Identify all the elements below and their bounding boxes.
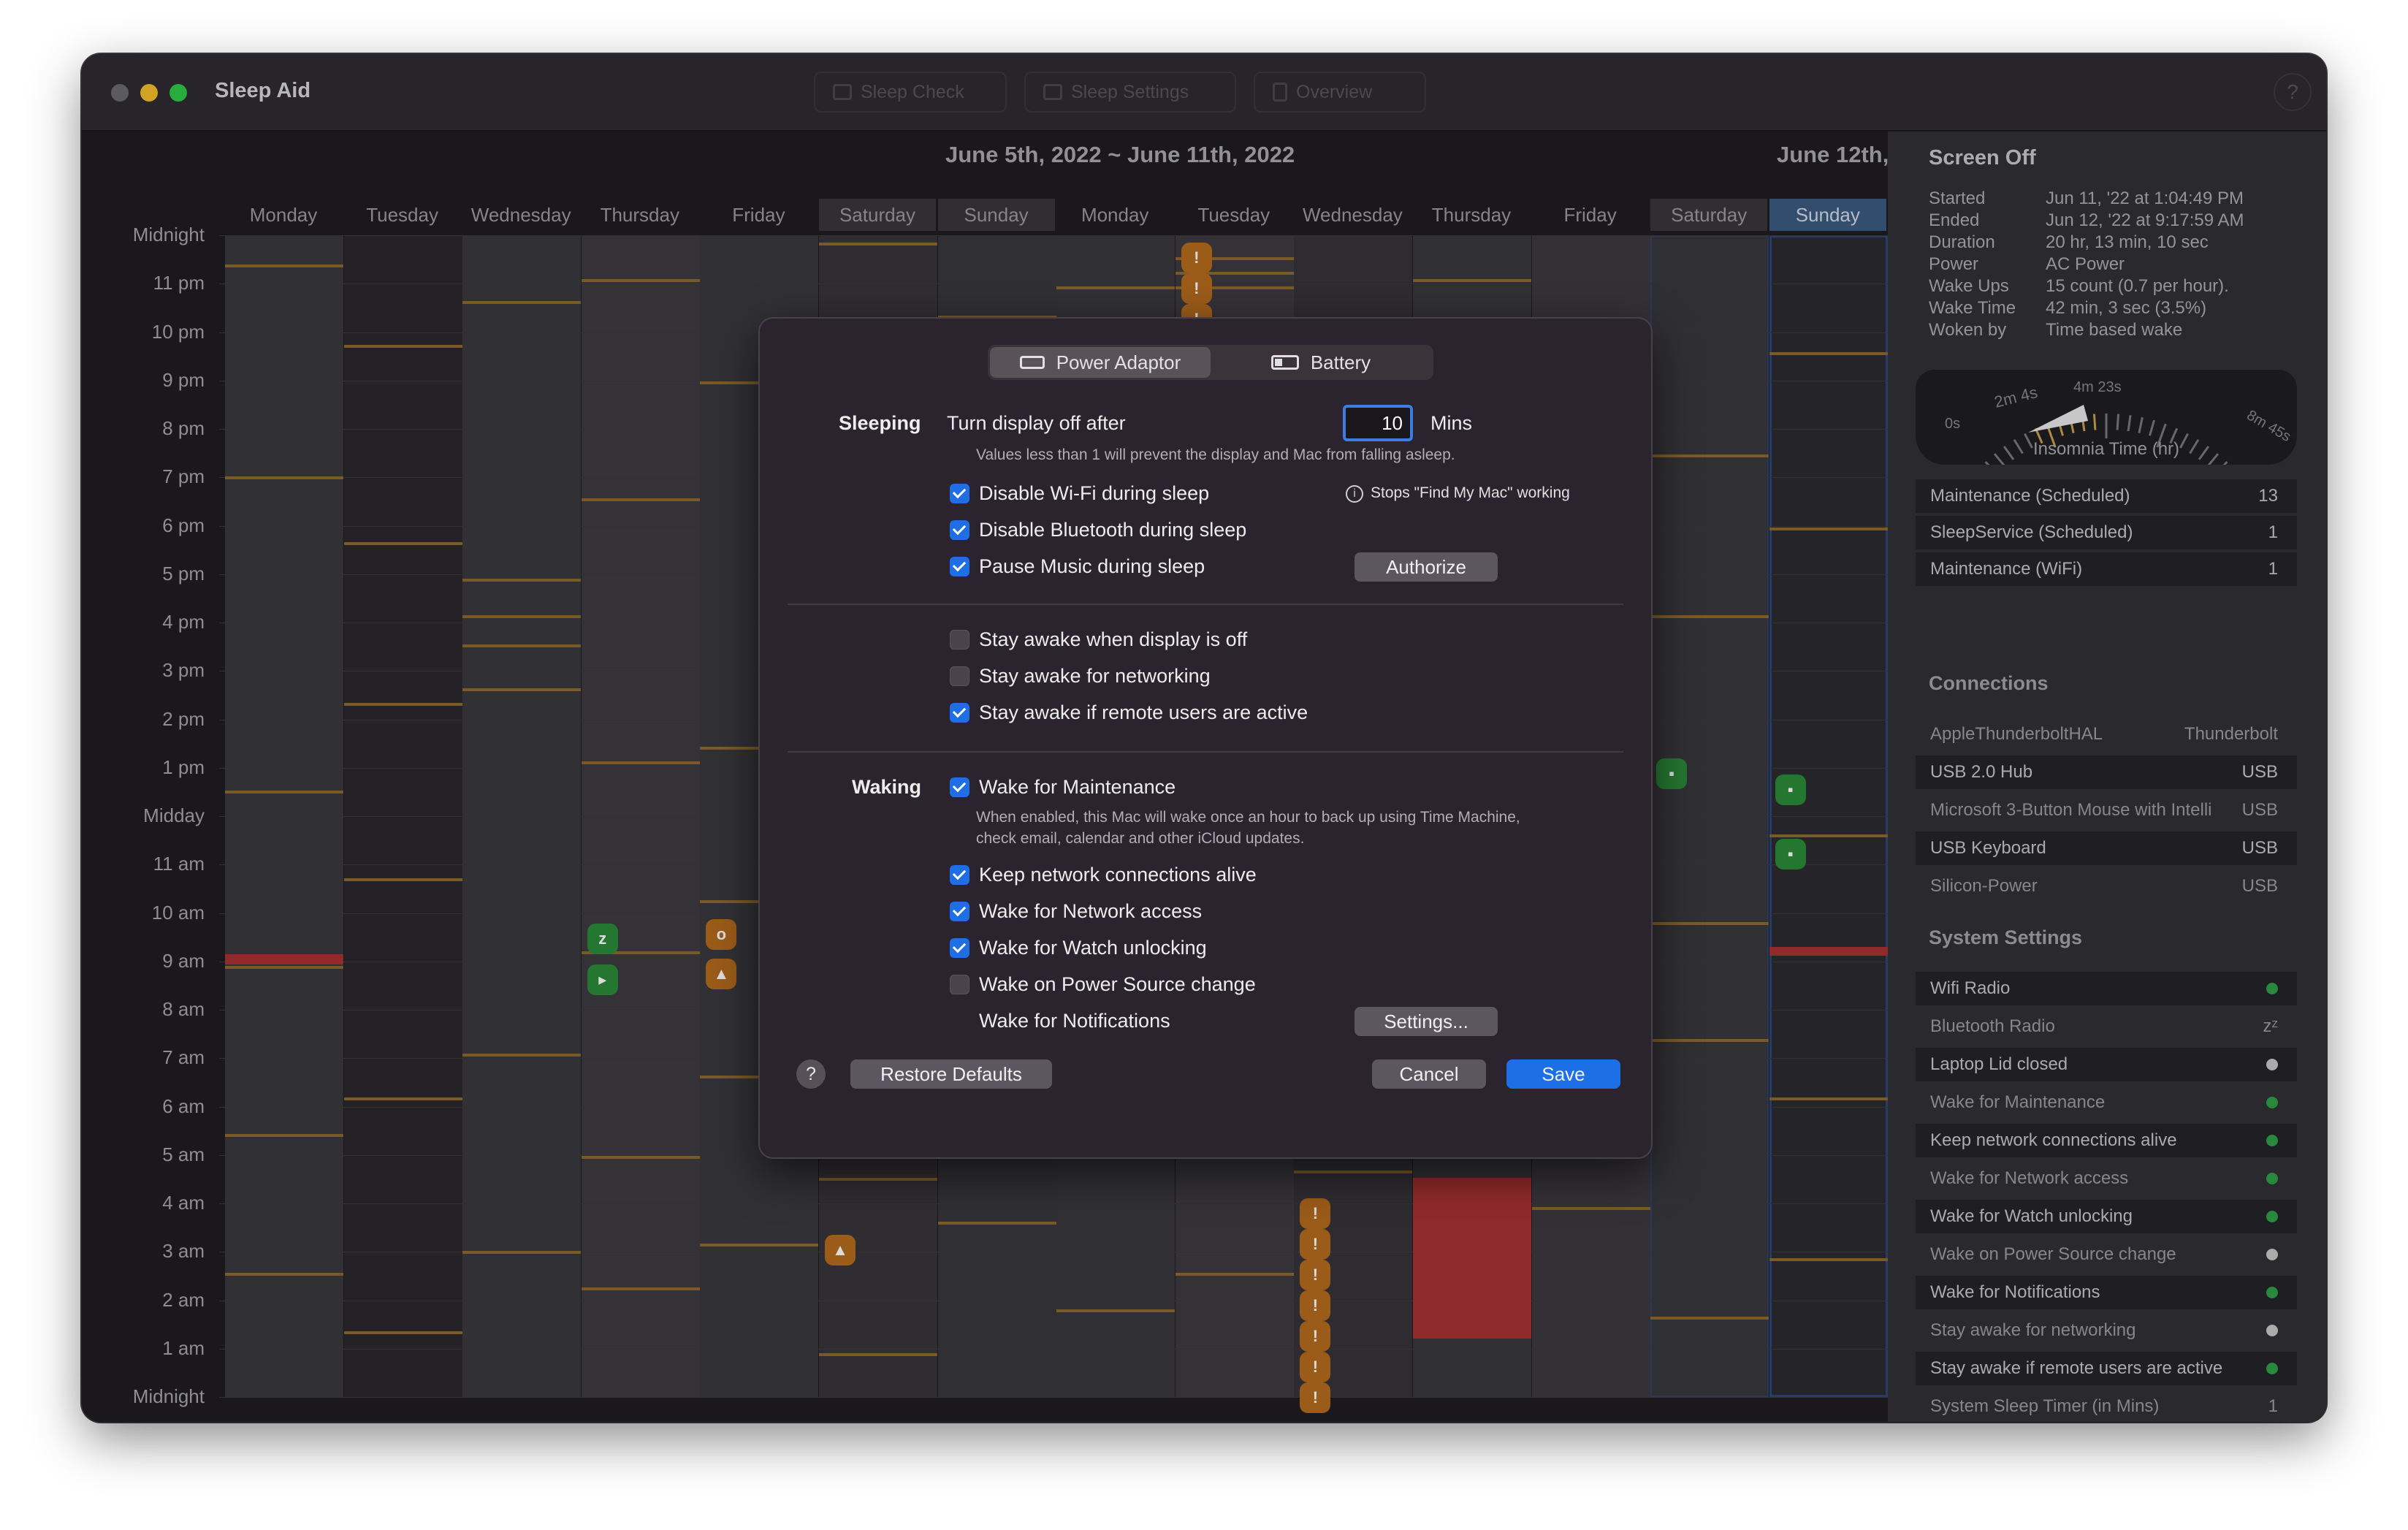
display-off-minutes-input[interactable]: 10	[1343, 405, 1413, 441]
display-off-label: Turn display off after	[947, 412, 1126, 434]
tab-battery-label: Battery	[1310, 351, 1371, 373]
waking-section-label: Waking	[852, 776, 922, 798]
battery-icon	[1270, 355, 1299, 370]
tab-power-adaptor-label: Power Adaptor	[1056, 351, 1181, 373]
wake-power-source-label: Wake on Power Source change	[979, 973, 1256, 995]
wake-watch-unlocking-checkbox[interactable]	[950, 938, 969, 958]
notification-settings-button[interactable]: Settings...	[1354, 1007, 1498, 1036]
divider	[788, 604, 1623, 605]
divider	[788, 751, 1623, 753]
disable-bluetooth-checkbox[interactable]	[950, 520, 969, 540]
display-off-unit: Mins	[1430, 412, 1473, 434]
sleeping-section-label: Sleeping	[839, 412, 921, 434]
stay-awake-display-off-checkbox[interactable]	[950, 630, 969, 650]
dialog-help-button[interactable]: ?	[796, 1059, 826, 1089]
tab-power-adaptor[interactable]: Power Adaptor	[990, 347, 1211, 378]
stay-awake-remote-users-label: Stay awake if remote users are active	[979, 701, 1308, 723]
power-plug-icon	[1019, 356, 1045, 369]
wake-network-access-label: Wake for Network access	[979, 900, 1203, 922]
power-source-segmented-control: Power Adaptor Battery	[988, 345, 1433, 380]
disable-wifi-label: Disable Wi-Fi during sleep	[979, 482, 1210, 504]
keep-network-alive-label: Keep network connections alive	[979, 864, 1257, 886]
disable-wifi-checkbox[interactable]	[950, 484, 969, 503]
app-window: Sleep Aid Sleep Check Sleep Settings Ove…	[82, 54, 2326, 1422]
tab-battery[interactable]: Battery	[1211, 347, 1431, 378]
wifi-note: Stops "Find My Mac" working	[1371, 484, 1570, 501]
sleep-settings-dialog: Power Adaptor Battery Sleeping Turn disp…	[758, 317, 1653, 1159]
pause-music-checkbox[interactable]	[950, 557, 969, 576]
pause-music-label: Pause Music during sleep	[979, 555, 1205, 577]
authorize-button[interactable]: Authorize	[1354, 552, 1498, 582]
wake-watch-unlocking-label: Wake for Watch unlocking	[979, 937, 1207, 959]
keep-network-alive-checkbox[interactable]	[950, 865, 969, 885]
wake-notifications-label: Wake for Notifications	[979, 1010, 1170, 1032]
stay-awake-remote-users-checkbox[interactable]	[950, 703, 969, 723]
disable-bluetooth-label: Disable Bluetooth during sleep	[979, 519, 1247, 541]
restore-defaults-button[interactable]: Restore Defaults	[850, 1059, 1052, 1089]
cancel-button[interactable]: Cancel	[1372, 1059, 1486, 1089]
wake-maintenance-note: When enabled, this Mac will wake once an…	[976, 809, 1520, 847]
save-button[interactable]: Save	[1506, 1059, 1620, 1089]
display-off-note: Values less than 1 will prevent the disp…	[976, 446, 1455, 463]
wake-power-source-checkbox[interactable]	[950, 975, 969, 994]
wake-maintenance-label: Wake for Maintenance	[979, 776, 1176, 798]
wake-network-access-checkbox[interactable]	[950, 902, 969, 921]
stay-awake-display-off-label: Stay awake when display is off	[979, 628, 1248, 650]
stay-awake-networking-label: Stay awake for networking	[979, 665, 1211, 687]
stay-awake-networking-checkbox[interactable]	[950, 666, 969, 686]
info-icon: i	[1346, 485, 1363, 503]
wake-maintenance-checkbox[interactable]	[950, 777, 969, 797]
